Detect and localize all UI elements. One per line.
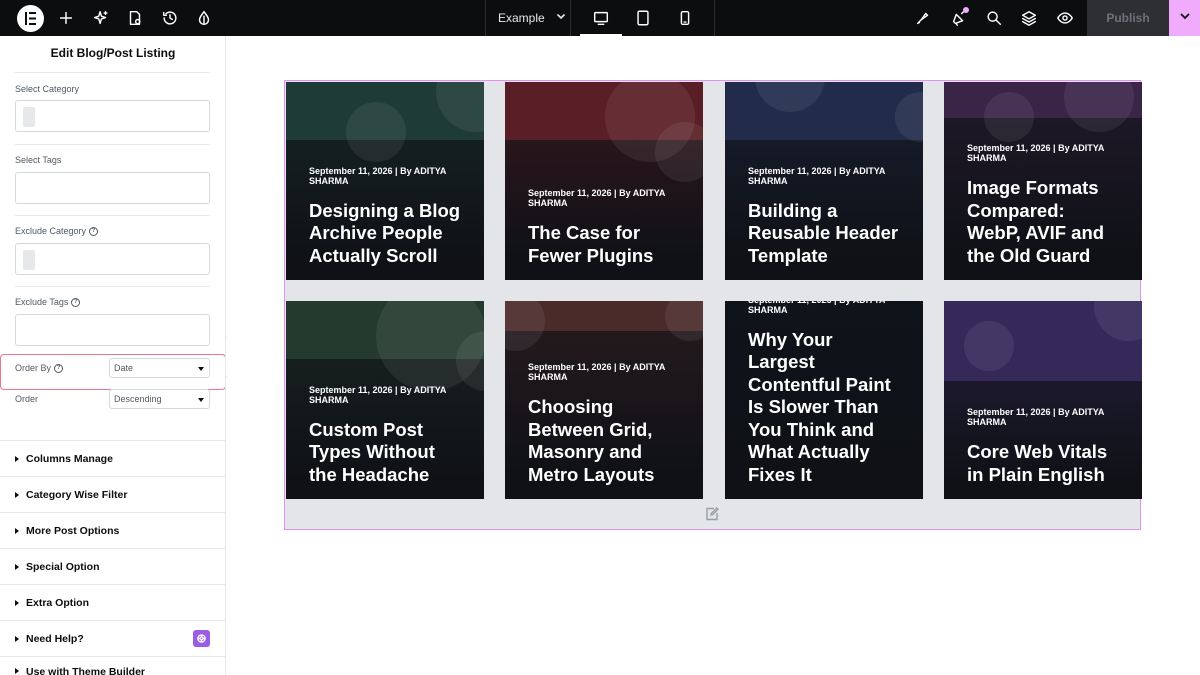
edit-widget-icon[interactable] [704,506,720,522]
widget-settings-panel: Edit Blog/Post Listing Select Category S… [0,36,226,675]
section-need-help[interactable]: Need Help? [0,620,225,656]
post-card[interactable]: September 11, 2026 | By ADITYA SHARMA Cor… [944,301,1142,499]
select-tags-label: Select Tags [15,155,62,165]
select-category-label: Select Category [15,84,80,94]
order-select[interactable]: Descending [109,389,210,409]
document-name: Example [498,10,545,25]
post-card[interactable]: September 11, 2026 | By ADITYA SHARMA Ima… [944,82,1142,280]
post-title[interactable]: Core Web Vitals in Plain English [967,441,1120,486]
order-label: Order [15,394,39,404]
post-card[interactable]: September 11, 2026 | By ADITYA SHARMA Why… [725,301,923,499]
post-featured-image[interactable] [725,82,923,140]
page-settings-icon[interactable] [125,8,145,28]
exclude-tags-label: Exclude Tags ? [15,297,81,307]
post-title[interactable]: Choosing Between Grid, Masonry and Metro… [528,396,681,486]
post-meta: September 11, 2026 | By ADITYA SHARMA [309,384,447,405]
post-title[interactable]: Designing a Blog Archive People Actually… [309,200,462,268]
decorative-bubble [984,92,1034,142]
exclude-tags-field[interactable] [15,314,210,346]
section-special-option[interactable]: Special Option [0,548,225,584]
post-meta: September 11, 2026 | By ADITYA SHARMA [967,143,1105,163]
help-icon[interactable]: ? [54,363,64,373]
site-settings-icon[interactable] [194,8,214,28]
post-meta: September 11, 2026 | By ADITYA SHARMA [748,165,886,186]
section-columns-manage[interactable]: Columns Manage [0,440,225,476]
category-tag-chip [23,250,35,270]
post-card[interactable]: September 11, 2026 | By ADITYA SHARMA Des… [286,82,484,280]
publish-button[interactable]: Publish [1087,0,1169,36]
section-use-with-theme-builder[interactable]: Use with Theme Builder [0,656,225,675]
add-icon[interactable] [56,8,76,28]
post-card[interactable]: September 11, 2026 | By ADITYA SHARMA The… [505,82,703,280]
post-card[interactable]: September 11, 2026 | By ADITYA SHARMA Bui… [725,82,923,280]
caret-right-icon [15,635,19,642]
structure-icon[interactable] [1019,8,1039,28]
caret-right-icon [15,527,19,534]
exclude-category-field[interactable] [15,243,210,275]
post-meta: September 11, 2026 | By ADITYA SHARMA [967,407,1105,427]
elementor-logo-icon[interactable] [17,5,44,32]
notification-dot [963,7,969,13]
ai-sparkle-icon[interactable] [91,8,111,28]
mobile-icon[interactable] [675,8,695,28]
decorative-bubble [346,102,406,162]
category-tag-chip [23,107,35,127]
section-more-post-options[interactable]: More Post Options [0,512,225,548]
post-meta: September 11, 2026 | By ADITYA SHARMA [309,165,447,186]
post-meta: September 11, 2026 | By ADITYA SHARMA [528,362,666,382]
post-title[interactable]: The Case for Fewer Plugins [528,222,681,267]
caret-down-icon [198,398,204,402]
blog-post-listing-widget[interactable]: September 11, 2026 | By ADITYA SHARMA Des… [284,80,1142,530]
order-by-select[interactable]: Date [109,358,210,378]
exclude-category-label: Exclude Category ? [15,226,99,236]
post-title[interactable]: Why Your Largest Contentful Paint Is Slo… [748,329,901,487]
post-card[interactable]: September 11, 2026 | By ADITYA SHARMA Cho… [505,301,703,499]
publish-options-button[interactable] [1169,0,1200,36]
finder-icon[interactable] [913,8,933,28]
post-card[interactable]: September 11, 2026 | By ADITYA SHARMA Cus… [286,301,484,499]
section-category-wise-filter[interactable]: Category Wise Filter [0,476,225,512]
search-icon[interactable] [984,8,1004,28]
caret-right-icon [15,563,19,570]
caret-right-icon [15,491,19,498]
panel-title: Edit Blog/Post Listing [50,45,176,60]
post-meta: September 11, 2026 | By ADITYA SHARMA [528,188,666,208]
post-title[interactable]: Image Formats Compared: WebP, AVIF and t… [967,177,1120,267]
preview-icon[interactable] [1055,8,1075,28]
chevron-down-icon [1178,9,1192,28]
desktop-icon[interactable] [591,8,611,28]
post-title[interactable]: Building a Reusable Header Template [748,200,901,268]
post-meta: September 11, 2026 | By ADITYA SHARMA [748,301,885,315]
order-by-label: Order By ? [15,363,64,373]
tablet-icon[interactable] [633,8,653,28]
history-icon[interactable] [160,8,180,28]
section-extra-option[interactable]: Extra Option [0,584,225,620]
editor-top-bar: Example Publish [0,0,1200,36]
help-icon[interactable]: ? [89,226,99,236]
document-name-dropdown[interactable]: Example [498,10,567,25]
decorative-bubble [964,321,1014,371]
caret-right-icon [15,455,19,462]
caret-right-icon [15,668,19,674]
support-badge-icon[interactable] [193,630,210,647]
post-title[interactable]: Custom Post Types Without the Headache [309,419,462,487]
caret-right-icon [15,599,19,606]
chevron-down-icon [555,10,567,25]
select-tags-field[interactable] [15,172,210,204]
help-icon[interactable]: ? [71,297,81,307]
caret-down-icon [198,367,204,371]
select-category-field[interactable] [15,100,210,132]
